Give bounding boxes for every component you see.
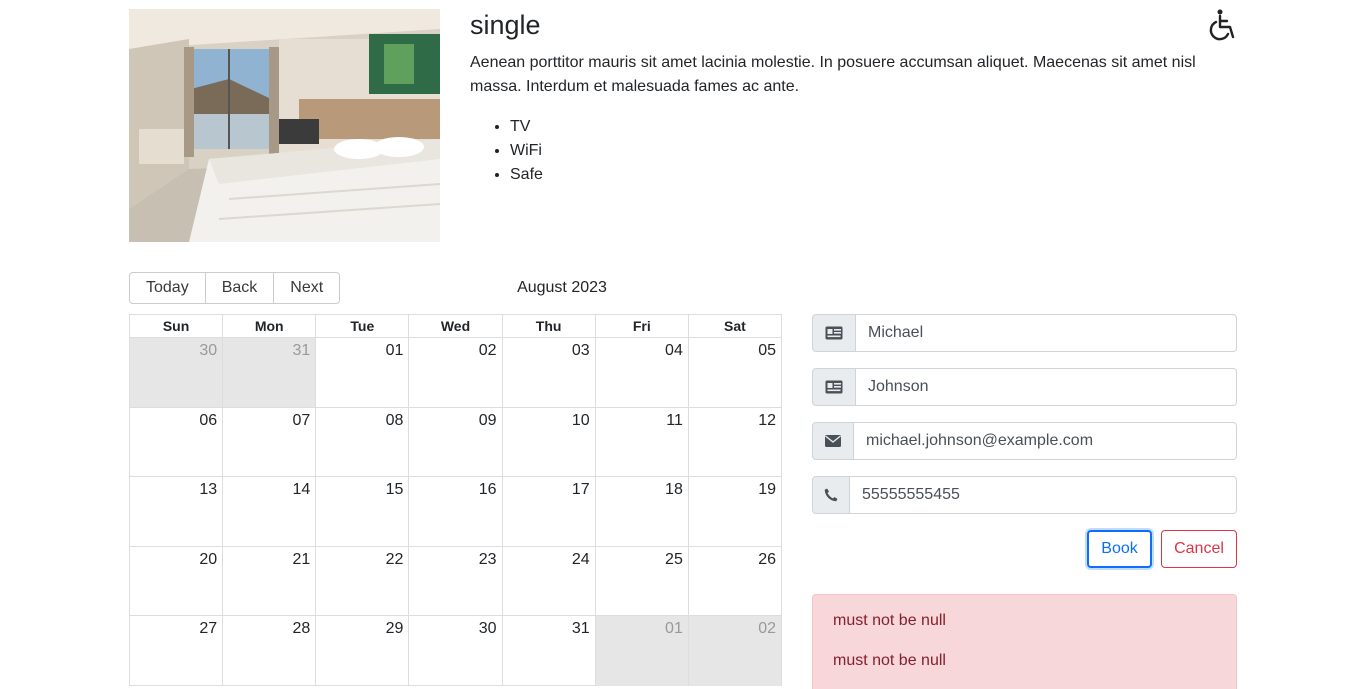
- calendar-day[interactable]: 07: [223, 407, 317, 477]
- calendar-week-row: 30 31 01 02 03 04 05: [130, 338, 781, 408]
- id-card-icon: [812, 314, 856, 352]
- error-message: must not be null: [833, 652, 946, 669]
- email-group: [812, 422, 1237, 460]
- calendar-day[interactable]: 29: [316, 616, 410, 686]
- calendar-day[interactable]: 01: [316, 338, 410, 407]
- calendar-day[interactable]: 27: [130, 616, 224, 686]
- calendar-week-row: 20 21 22 23 24 25 26: [130, 546, 781, 617]
- calendar-day[interactable]: 14: [223, 477, 317, 546]
- cancel-button[interactable]: Cancel: [1161, 530, 1237, 568]
- calendar-day[interactable]: 20: [130, 546, 224, 616]
- calendar-day[interactable]: 23: [409, 546, 503, 616]
- calendar-day[interactable]: 12: [689, 408, 781, 477]
- lastname-group: [812, 368, 1237, 406]
- calendar-week-row: 06 07 08 09 10 11 12: [130, 407, 781, 478]
- calendar-day[interactable]: 28: [223, 616, 317, 686]
- back-button[interactable]: Back: [205, 273, 275, 303]
- calendar-week-row: 13 14 15 16 17 18 19: [130, 477, 781, 547]
- calendar-day[interactable]: 30: [409, 616, 503, 686]
- calendar-day[interactable]: 26: [689, 547, 781, 616]
- lastname-input[interactable]: [856, 368, 1237, 406]
- weekday-label: Mon: [223, 315, 317, 337]
- error-message: must not be null: [833, 612, 946, 629]
- amenities-list: TV WiFi Safe: [510, 115, 543, 187]
- calendar-day[interactable]: 05: [689, 338, 781, 407]
- room-image: [129, 9, 440, 242]
- amenity-item: Safe: [510, 163, 543, 187]
- id-card-icon: [812, 368, 856, 406]
- calendar-day[interactable]: 09: [409, 407, 503, 477]
- amenity-item: WiFi: [510, 139, 543, 163]
- room-description: Aenean porttitor mauris sit amet lacinia…: [470, 54, 1196, 95]
- calendar-day[interactable]: 22: [316, 546, 410, 616]
- wheelchair-icon: [1205, 8, 1239, 42]
- calendar-day-off-range[interactable]: 31: [223, 338, 317, 407]
- weekday-label: Fri: [596, 315, 689, 337]
- calendar-day-off-range[interactable]: 30: [130, 338, 224, 407]
- calendar-day[interactable]: 31: [503, 616, 596, 686]
- phone-icon: [812, 476, 850, 514]
- book-button[interactable]: Book: [1087, 530, 1152, 568]
- calendar-day[interactable]: 08: [316, 407, 410, 477]
- weekday-label: Sat: [724, 318, 746, 334]
- calendar-day[interactable]: 15: [316, 477, 410, 546]
- error-alert: must not be null must not be null: [812, 594, 1237, 689]
- calendar-day[interactable]: 21: [223, 546, 317, 616]
- weekday-label: Tue: [316, 315, 410, 337]
- weekday-label: Sun: [130, 315, 224, 337]
- room-title: single: [470, 10, 541, 40]
- calendar-week-row: 27 28 29 30 31 01 02: [130, 616, 781, 686]
- calendar-body: 30 31 01 02 03 04 05 06 07 08 09 10 11 12 13 14 15 16 17 18…: [130, 338, 781, 686]
- calendar-day[interactable]: 25: [596, 546, 689, 616]
- amenity-item: TV: [510, 115, 543, 139]
- calendar-day[interactable]: 13: [130, 477, 224, 546]
- calendar-day[interactable]: 17: [503, 477, 596, 546]
- envelope-icon: [812, 422, 854, 460]
- calendar-day[interactable]: 03: [503, 338, 596, 407]
- calendar-day[interactable]: 18: [596, 477, 689, 546]
- calendar-day-off-range[interactable]: 01: [595, 616, 689, 686]
- weekday-label: Wed: [409, 315, 503, 337]
- today-button[interactable]: Today: [130, 273, 206, 303]
- next-button[interactable]: Next: [274, 273, 340, 303]
- calendar-day[interactable]: 06: [130, 407, 224, 477]
- phone-input[interactable]: [850, 476, 1237, 514]
- calendar-day[interactable]: 19: [689, 477, 781, 546]
- calendar-day[interactable]: 16: [409, 477, 503, 546]
- firstname-input[interactable]: [856, 314, 1237, 352]
- calendar-toolbar: Today Back Next: [129, 272, 341, 304]
- month-calendar: Sun Mon Tue Wed Thu Fri Sat 30 31 01 02 03 04…: [129, 314, 782, 686]
- calendar-day-off-range[interactable]: 02: [688, 616, 781, 686]
- email-input[interactable]: [854, 422, 1237, 460]
- month-label: August 2023: [517, 279, 607, 296]
- calendar-day[interactable]: 02: [409, 338, 503, 407]
- weekday-label: Thu: [503, 315, 596, 337]
- calendar-day[interactable]: 24: [503, 546, 596, 616]
- calendar-day[interactable]: 10: [503, 407, 596, 477]
- weekday-header: Sun Mon Tue Wed Thu Fri Sat: [130, 315, 781, 338]
- calendar-day[interactable]: 04: [596, 338, 689, 407]
- calendar-day[interactable]: 11: [596, 407, 689, 477]
- phone-group: [812, 476, 1237, 514]
- firstname-group: [812, 314, 1237, 352]
